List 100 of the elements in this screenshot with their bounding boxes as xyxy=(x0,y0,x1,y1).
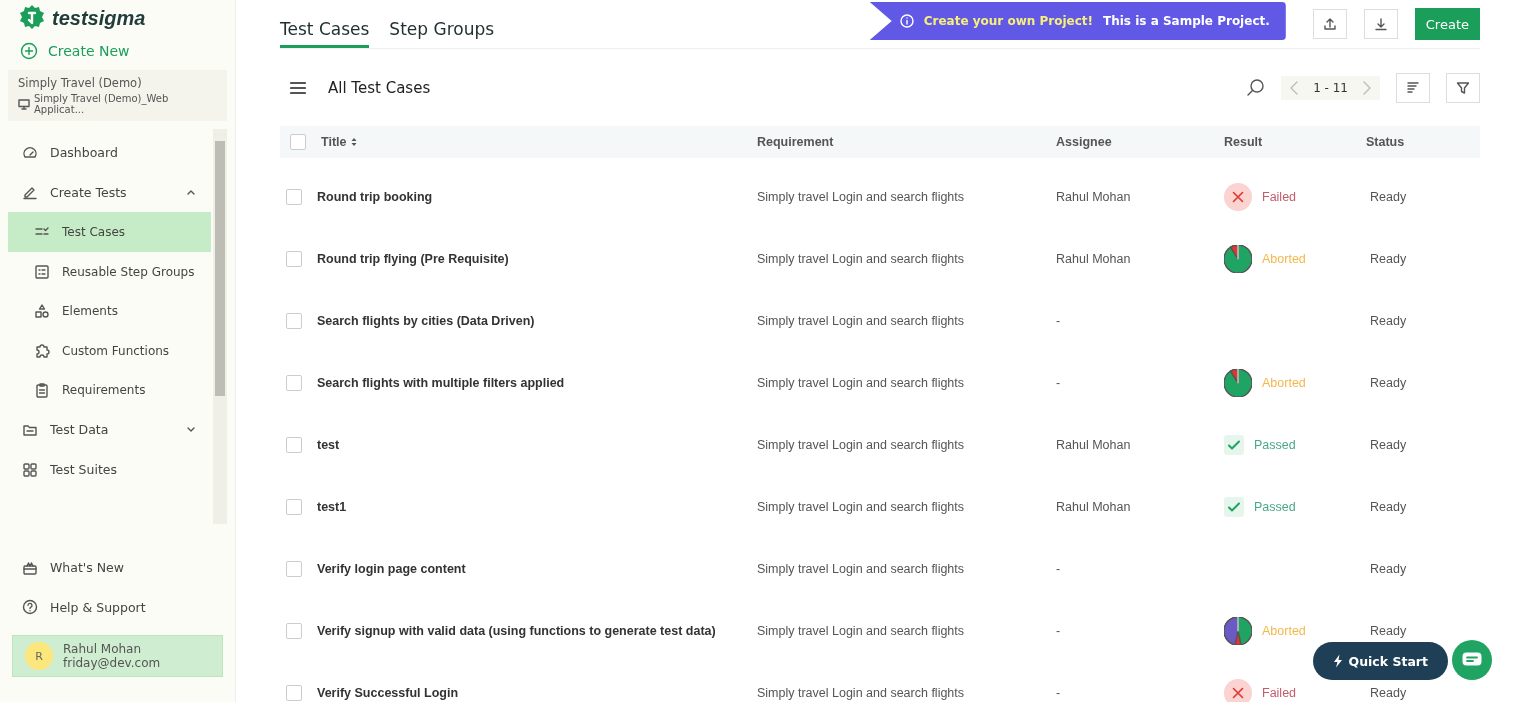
status-cell: Ready xyxy=(1370,686,1407,700)
row-checkbox[interactable] xyxy=(286,561,302,577)
assignee-cell: - xyxy=(1056,562,1061,576)
nav-item[interactable]: Help & Support xyxy=(8,587,227,628)
download-button[interactable] xyxy=(1363,9,1398,39)
grid-icon xyxy=(22,461,38,478)
column-header[interactable]: Title xyxy=(321,135,347,149)
chevron-left-icon xyxy=(1289,80,1300,96)
row-checkbox[interactable] xyxy=(286,499,302,515)
nav-item[interactable]: Create Tests xyxy=(8,172,211,213)
nav-item[interactable]: Test Suites xyxy=(8,449,211,490)
requirement-cell: Simply travel Login and search flights xyxy=(757,438,965,452)
test-case-title[interactable]: Round trip flying (Pre Requisite) xyxy=(317,252,509,266)
requirement-cell: Simply travel Login and search flights xyxy=(757,624,965,638)
project-selector[interactable]: Simply Travel (Demo) Simply Travel (Demo)_Web Applicat... xyxy=(8,70,227,121)
nav-item[interactable]: Test Cases xyxy=(8,212,211,252)
upload-icon xyxy=(1322,17,1337,31)
avatar: R xyxy=(25,642,53,671)
test-case-title[interactable]: Verify Successful Login xyxy=(317,686,458,700)
status-cell: Ready xyxy=(1370,190,1407,204)
row-checkbox[interactable] xyxy=(286,251,302,267)
previous-page-button[interactable] xyxy=(1289,80,1300,96)
next-page-button[interactable] xyxy=(1362,80,1372,96)
filter-button[interactable] xyxy=(1446,73,1480,103)
status-cell: Ready xyxy=(1370,314,1407,328)
test-case-title[interactable]: test1 xyxy=(317,500,347,514)
column-header: Result xyxy=(1224,135,1263,149)
help-icon xyxy=(22,599,38,616)
status-cell: Ready xyxy=(1370,252,1407,266)
user-name: Rahul Mohan xyxy=(63,642,143,657)
menu-icon xyxy=(290,81,306,95)
nav-item[interactable]: What's New xyxy=(8,548,227,588)
row-checkbox[interactable] xyxy=(286,685,302,701)
assignee-cell: - xyxy=(1056,314,1061,328)
column-header: Assignee xyxy=(1056,135,1112,149)
requirement-cell: Simply travel Login and search flights xyxy=(757,190,965,204)
test-case-title[interactable]: Verify login page content xyxy=(317,562,466,576)
result-label: Failed xyxy=(1262,686,1297,700)
requirement-cell: Simply travel Login and search flights xyxy=(757,252,965,266)
nav-item[interactable]: Test Data xyxy=(8,410,211,450)
user-email: friday@dev.com xyxy=(63,656,161,671)
select-all-checkbox[interactable] xyxy=(290,134,306,150)
list-icon xyxy=(34,263,50,280)
test-case-title[interactable]: Search flights by cities (Data Driven) xyxy=(317,314,535,328)
application-name: Simply Travel (Demo)_Web Applicat... xyxy=(34,93,170,115)
nav-item[interactable]: Reusable Step Groups xyxy=(8,251,211,292)
project-name: Simply Travel (Demo) xyxy=(18,76,143,90)
puzzle-icon xyxy=(34,342,50,359)
column-header: Status xyxy=(1366,135,1405,149)
assignee-cell: Rahul Mohan xyxy=(1056,438,1131,452)
sort-button[interactable] xyxy=(1396,73,1430,103)
nav-item[interactable]: Custom Functions xyxy=(8,330,211,371)
nav-item[interactable]: Dashboard xyxy=(8,133,211,173)
assignee-cell: Rahul Mohan xyxy=(1056,252,1131,266)
scrollbar-thumb[interactable] xyxy=(215,141,225,396)
banner-link[interactable]: Create your own Project! xyxy=(923,14,1094,28)
test-case-title[interactable]: test xyxy=(317,438,340,452)
test-case-title[interactable]: Round trip booking xyxy=(317,190,433,204)
chat-button[interactable] xyxy=(1452,640,1492,680)
status-cell: Ready xyxy=(1370,376,1407,390)
tab[interactable]: Step Groups xyxy=(389,0,495,48)
row-checkbox[interactable] xyxy=(286,189,302,205)
test-case-title[interactable]: Search flights with multiple filters applied xyxy=(317,376,565,390)
assignee-cell: Rahul Mohan xyxy=(1056,190,1131,204)
nav-item[interactable]: Elements xyxy=(8,291,211,331)
assignee-cell: Rahul Mohan xyxy=(1056,500,1131,514)
gift-icon xyxy=(22,559,38,576)
requirement-cell: Simply travel Login and search flights xyxy=(757,376,965,390)
result-label: Passed xyxy=(1254,438,1296,452)
result-label: Passed xyxy=(1254,500,1296,514)
requirement-cell: Simply travel Login and search flights xyxy=(757,562,965,576)
scrollbar[interactable] xyxy=(213,129,227,524)
test-case-title[interactable]: Verify signup with valid data (using functions to generate test data) xyxy=(317,624,716,638)
filter-icon xyxy=(1456,81,1470,95)
nav-item[interactable]: Requirements xyxy=(8,370,211,411)
user-card[interactable]: R Rahul Mohan friday@dev.com xyxy=(12,635,223,678)
search-button[interactable] xyxy=(1245,78,1266,98)
download-icon xyxy=(1373,17,1388,31)
requirement-cell: Simply travel Login and search flights xyxy=(757,314,965,328)
result-label: Aborted xyxy=(1262,624,1306,638)
plus-circle-icon xyxy=(20,42,38,60)
quick-start-button[interactable]: Quick Start xyxy=(1312,642,1448,680)
row-checkbox[interactable] xyxy=(286,313,302,329)
result-label: Aborted xyxy=(1262,376,1306,390)
requirement-cell: Simply travel Login and search flights xyxy=(757,500,965,514)
assignee-cell: - xyxy=(1056,686,1061,700)
row-checkbox[interactable] xyxy=(286,375,302,391)
requirement-cell: Simply travel Login and search flights xyxy=(757,686,965,700)
sort-arrows-icon xyxy=(350,136,359,148)
sort-lines-icon xyxy=(1406,81,1420,95)
gauge-icon xyxy=(22,144,38,161)
list-title: All Test Cases xyxy=(328,79,431,97)
row-checkbox[interactable] xyxy=(286,437,302,453)
row-checkbox[interactable] xyxy=(286,623,302,639)
chevron-right-icon xyxy=(1362,80,1372,96)
monitor-icon xyxy=(18,98,30,110)
status-cell: Ready xyxy=(1370,624,1407,638)
tab[interactable]: Test Cases xyxy=(280,0,370,48)
result-label: Aborted xyxy=(1262,252,1306,266)
upload-button[interactable] xyxy=(1312,9,1347,39)
